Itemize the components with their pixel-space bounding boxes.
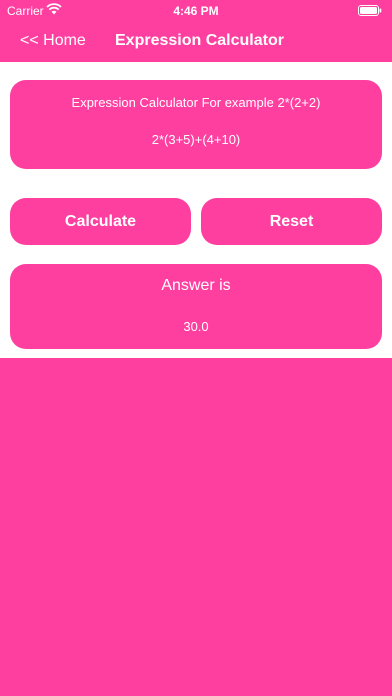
expression-prompt: Expression Calculator For example 2*(2+2… (71, 95, 321, 110)
expression-input-card: Expression Calculator For example 2*(2+2… (10, 80, 382, 169)
page-title: Expression Calculator (115, 32, 284, 49)
expression-input[interactable] (30, 132, 362, 147)
reset-button[interactable]: Reset (201, 198, 382, 245)
status-bar: Carrier 4:46 PM (0, 0, 392, 24)
answer-value: 30.0 (183, 319, 209, 334)
answer-card: Answer is 30.0 (10, 264, 382, 349)
home-back-button[interactable]: << Home (20, 32, 86, 50)
battery-icon (358, 5, 382, 16)
navigation-bar: << Home Expression Calculator (0, 24, 392, 62)
answer-heading: Answer is (161, 277, 231, 294)
calculator-panel: Expression Calculator For example 2*(2+2… (0, 62, 392, 358)
status-time: 4:46 PM (173, 4, 219, 18)
calculate-button[interactable]: Calculate (10, 198, 191, 245)
